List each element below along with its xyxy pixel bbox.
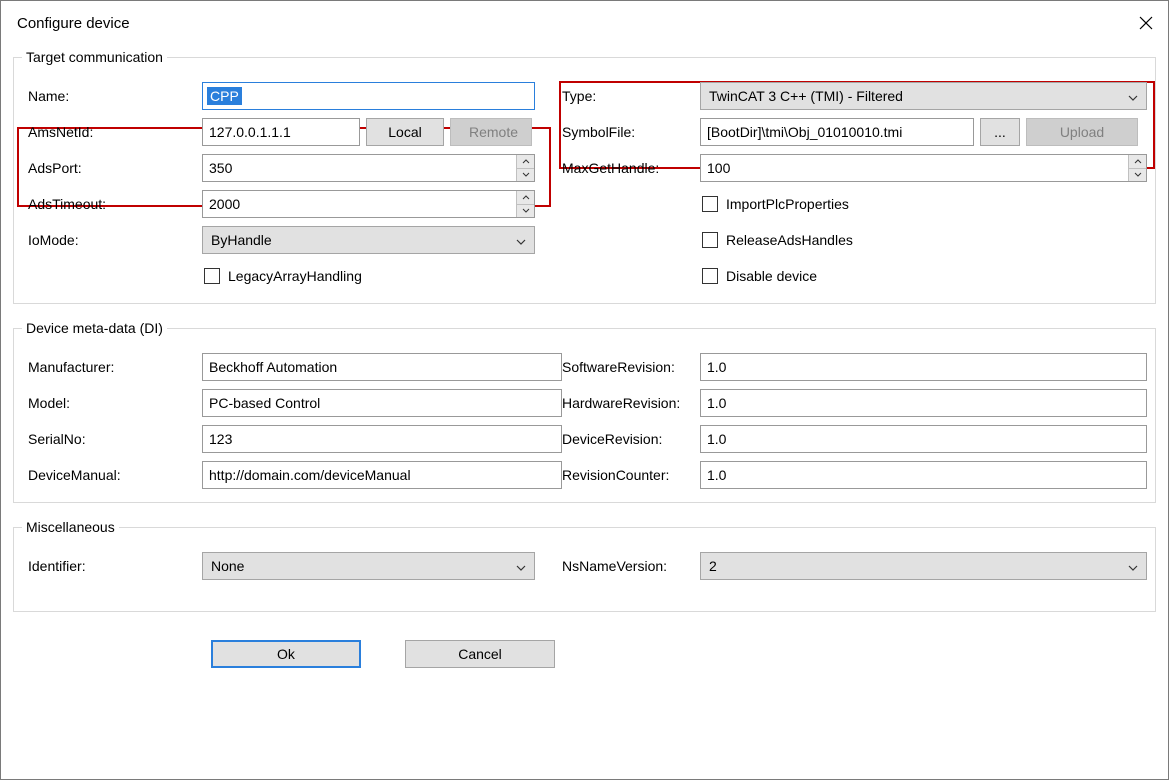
maxgethandle-label: MaxGetHandle: [562,160,700,176]
adsport-spinner[interactable] [202,154,535,182]
upload-button: Upload [1026,118,1138,146]
revisioncounter-label: RevisionCounter: [562,467,700,483]
dialog-footer: Ok Cancel [211,640,1156,668]
amsnetid-label: AmsNetId: [22,124,202,140]
chevron-down-icon [516,232,526,248]
chevron-down-icon [1128,88,1138,104]
checkbox-box-icon [702,196,718,212]
adstimeout-input[interactable] [203,191,516,217]
checkbox-box-icon [702,268,718,284]
serialno-input[interactable] [202,425,562,453]
releaseads-checkbox[interactable]: ReleaseAdsHandles [700,232,853,248]
adsport-input[interactable] [203,155,516,181]
symbolfile-label: SymbolFile: [562,124,700,140]
devicemanual-label: DeviceManual: [22,467,202,483]
device-metadata-legend: Device meta-data (DI) [22,320,167,336]
adstimeout-spinner[interactable] [202,190,535,218]
manufacturer-input[interactable] [202,353,562,381]
amsnetid-input[interactable] [202,118,360,146]
adstimeout-label: AdsTimeout: [22,196,202,212]
nsnameversion-value: 2 [709,558,1128,574]
softwarerev-input[interactable] [700,353,1147,381]
symbolfile-input[interactable] [700,118,974,146]
serialno-label: SerialNo: [22,431,202,447]
hardwarerev-label: HardwareRevision: [562,395,700,411]
miscellaneous-group: Miscellaneous Identifier: None NsNameVer… [13,519,1156,612]
model-label: Model: [22,395,202,411]
browse-button[interactable]: ... [980,118,1020,146]
model-input[interactable] [202,389,562,417]
manufacturer-label: Manufacturer: [22,359,202,375]
maxgethandle-input[interactable] [701,155,1128,181]
target-communication-legend: Target communication [22,49,167,65]
miscellaneous-legend: Miscellaneous [22,519,119,535]
name-label: Name: [22,88,202,104]
name-value: CPP [207,87,242,105]
checkbox-box-icon [204,268,220,284]
legacyarray-label: LegacyArrayHandling [228,268,362,284]
spin-down-icon[interactable] [517,205,534,218]
maxgethandle-spinner[interactable] [700,154,1147,182]
revisioncounter-input[interactable] [700,461,1147,489]
nsnameversion-dropdown[interactable]: 2 [700,552,1147,580]
type-dropdown[interactable]: TwinCAT 3 C++ (TMI) - Filtered [700,82,1147,110]
name-input[interactable]: CPP [202,82,535,110]
identifier-dropdown[interactable]: None [202,552,535,580]
disabledevice-label: Disable device [726,268,817,284]
configure-device-dialog: Configure device Target communication Na… [0,0,1169,780]
softwarerev-label: SoftwareRevision: [562,359,700,375]
releaseads-label: ReleaseAdsHandles [726,232,853,248]
importplc-label: ImportPlcProperties [726,196,849,212]
devicerev-input[interactable] [700,425,1147,453]
disabledevice-checkbox[interactable]: Disable device [700,268,817,284]
devicemanual-input[interactable] [202,461,562,489]
hardwarerev-input[interactable] [700,389,1147,417]
remote-button: Remote [450,118,532,146]
adsport-label: AdsPort: [22,160,202,176]
spin-up-icon[interactable] [517,155,534,169]
checkbox-box-icon [702,232,718,248]
spin-down-icon[interactable] [517,169,534,182]
legacyarray-checkbox[interactable]: LegacyArrayHandling [202,268,362,284]
local-button[interactable]: Local [366,118,444,146]
iomode-value: ByHandle [211,232,516,248]
ok-button[interactable]: Ok [211,640,361,668]
devicerev-label: DeviceRevision: [562,431,700,447]
iomode-dropdown[interactable]: ByHandle [202,226,535,254]
type-value: TwinCAT 3 C++ (TMI) - Filtered [709,88,1128,104]
nsnameversion-label: NsNameVersion: [562,558,700,574]
close-icon[interactable] [1138,15,1154,31]
importplc-checkbox[interactable]: ImportPlcProperties [700,196,849,212]
cancel-button[interactable]: Cancel [405,640,555,668]
identifier-label: Identifier: [22,558,202,574]
chevron-down-icon [1128,558,1138,574]
target-communication-group: Target communication Name: CPP Type: T [13,49,1156,304]
dialog-title: Configure device [17,15,130,32]
chevron-down-icon [516,558,526,574]
spin-up-icon[interactable] [1129,155,1146,169]
spin-up-icon[interactable] [517,191,534,205]
identifier-value: None [211,558,516,574]
type-label: Type: [562,88,700,104]
spin-down-icon[interactable] [1129,169,1146,182]
iomode-label: IoMode: [22,232,202,248]
titlebar: Configure device [1,1,1168,45]
device-metadata-group: Device meta-data (DI) Manufacturer: Soft… [13,320,1156,503]
